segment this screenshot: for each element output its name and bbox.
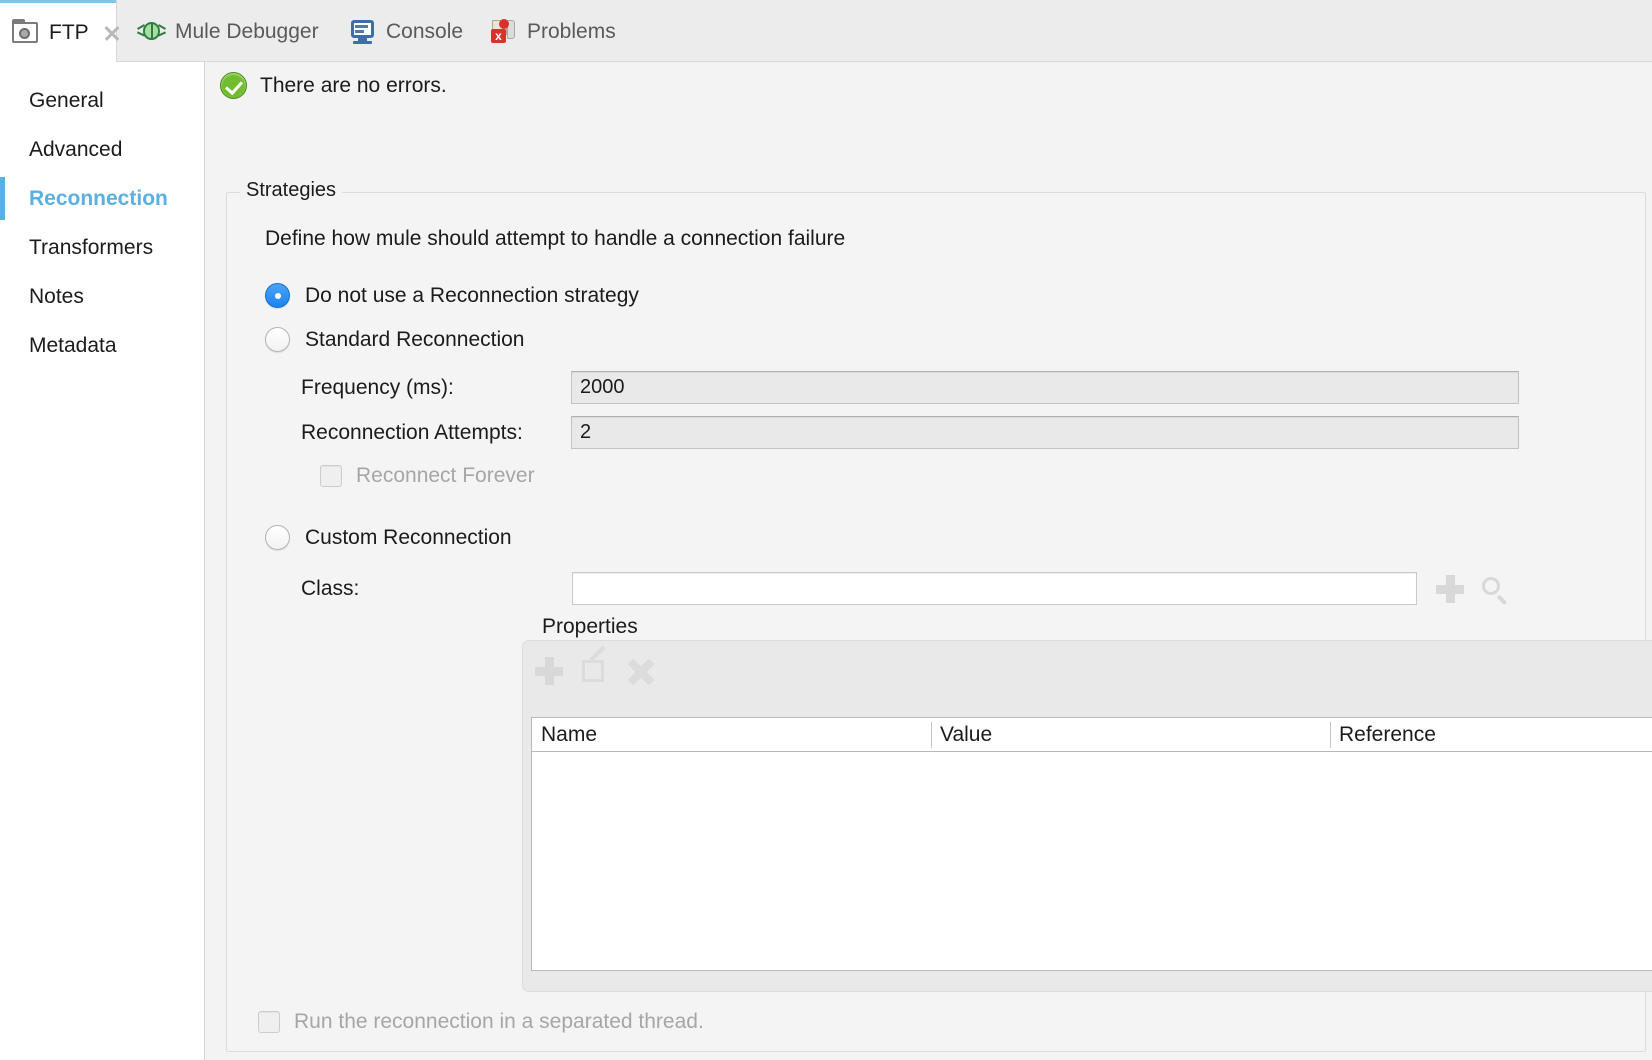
plus-icon[interactable] bbox=[1436, 575, 1464, 603]
edit-icon[interactable] bbox=[581, 657, 609, 685]
strategies-description: Define how mule should attempt to handle… bbox=[265, 227, 845, 251]
separated-thread-label: Run the reconnection in a separated thre… bbox=[294, 1010, 704, 1034]
tab-problems-label: Problems bbox=[527, 21, 616, 42]
sidebar-item-label: Reconnection bbox=[29, 187, 168, 211]
sidebar-item-label: Advanced bbox=[29, 138, 122, 162]
class-label: Class: bbox=[301, 577, 572, 601]
radio-standard-reconnection[interactable]: Standard Reconnection bbox=[265, 327, 525, 352]
tab-mule-debugger[interactable]: Mule Debugger bbox=[126, 0, 333, 62]
reconnect-forever-row[interactable]: Reconnect Forever bbox=[320, 464, 535, 488]
frequency-label: Frequency (ms): bbox=[301, 376, 571, 400]
attempts-label: Reconnection Attempts: bbox=[301, 421, 571, 445]
tab-mule-debugger-label: Mule Debugger bbox=[175, 21, 319, 42]
attempts-input[interactable]: 2 bbox=[571, 416, 1519, 449]
plus-icon[interactable] bbox=[535, 657, 563, 685]
tab-console-label: Console bbox=[386, 21, 463, 42]
properties-toolbar bbox=[535, 657, 655, 685]
monitor-icon bbox=[349, 17, 377, 45]
sidebar-item-label: Transformers bbox=[29, 236, 153, 260]
frequency-row: Frequency (ms): 2000 bbox=[301, 371, 1621, 404]
validation-status: There are no errors. bbox=[220, 72, 447, 99]
frequency-input[interactable]: 2000 bbox=[571, 371, 1519, 404]
column-header-name[interactable]: Name bbox=[532, 722, 931, 748]
radio-label: Do not use a Reconnection strategy bbox=[305, 284, 639, 308]
properties-legend: Properties bbox=[536, 615, 644, 639]
properties-panel: Name Value Reference bbox=[522, 640, 1652, 992]
sidebar-item-label: Metadata bbox=[29, 334, 117, 358]
sidebar-item-reconnection[interactable]: Reconnection bbox=[0, 174, 204, 223]
editor-tab-bar: FTP Mule Debugger Console x Problems bbox=[0, 0, 1652, 62]
column-header-value[interactable]: Value bbox=[931, 722, 1330, 748]
class-row: Class: bbox=[301, 572, 1508, 605]
close-x-icon[interactable] bbox=[627, 657, 655, 685]
sidebar-item-transformers[interactable]: Transformers bbox=[0, 223, 204, 272]
strategies-legend: Strategies bbox=[240, 179, 342, 202]
class-input[interactable] bbox=[572, 572, 1417, 605]
sidebar-item-metadata[interactable]: Metadata bbox=[0, 321, 204, 370]
radio-button[interactable] bbox=[265, 283, 290, 308]
radio-label: Standard Reconnection bbox=[305, 328, 525, 352]
radio-label: Custom Reconnection bbox=[305, 526, 512, 550]
status-message: There are no errors. bbox=[260, 74, 447, 98]
sidebar-item-notes[interactable]: Notes bbox=[0, 272, 204, 321]
success-check-icon bbox=[220, 72, 247, 99]
attempts-row: Reconnection Attempts: 2 bbox=[301, 416, 1621, 449]
separated-thread-checkbox[interactable] bbox=[258, 1011, 280, 1033]
radio-button[interactable] bbox=[265, 327, 290, 352]
folder-icon bbox=[12, 19, 40, 47]
table-body[interactable] bbox=[532, 752, 1652, 970]
sidebar-item-advanced[interactable]: Advanced bbox=[0, 125, 204, 174]
separated-thread-row[interactable]: Run the reconnection in a separated thre… bbox=[258, 1010, 704, 1034]
tab-ftp[interactable]: FTP bbox=[0, 0, 116, 62]
reconnect-forever-checkbox[interactable] bbox=[320, 465, 342, 487]
radio-button[interactable] bbox=[265, 525, 290, 550]
sidebar-item-label: Notes bbox=[29, 285, 84, 309]
tab-problems[interactable]: x Problems bbox=[478, 0, 630, 62]
tab-console[interactable]: Console bbox=[337, 0, 477, 62]
column-header-reference[interactable]: Reference bbox=[1330, 722, 1652, 748]
tab-ftp-label: FTP bbox=[49, 22, 89, 43]
sidebar-item-label: General bbox=[29, 89, 104, 113]
bug-icon bbox=[138, 17, 166, 45]
radio-no-reconnection[interactable]: Do not use a Reconnection strategy bbox=[265, 283, 639, 308]
search-icon[interactable] bbox=[1480, 575, 1508, 603]
radio-custom-reconnection[interactable]: Custom Reconnection bbox=[265, 525, 512, 550]
close-icon[interactable] bbox=[102, 23, 122, 43]
reconnect-forever-label: Reconnect Forever bbox=[356, 464, 535, 488]
settings-sidebar: General Advanced Reconnection Transforme… bbox=[0, 62, 205, 1060]
table-header-row: Name Value Reference bbox=[532, 718, 1652, 752]
sidebar-item-general[interactable]: General bbox=[0, 76, 204, 125]
properties-table: Name Value Reference bbox=[531, 717, 1652, 971]
problems-icon: x bbox=[490, 17, 518, 45]
reconnection-settings-pane: There are no errors. Strategies Define h… bbox=[206, 62, 1652, 1060]
